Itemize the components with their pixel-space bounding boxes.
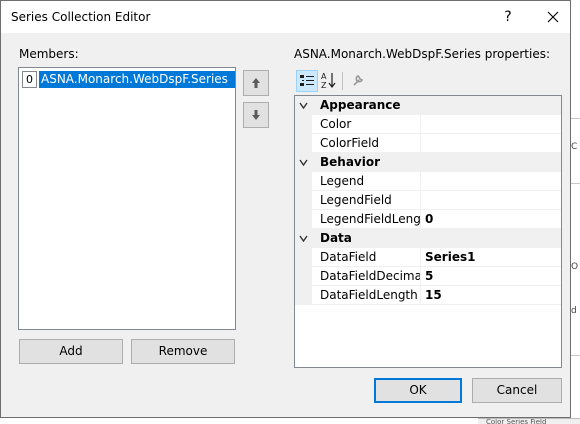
property-row-legendfield[interactable]: LegendField <box>295 191 561 210</box>
collapse-icon[interactable] <box>299 159 308 166</box>
close-icon <box>547 11 559 23</box>
background-window <box>570 0 580 424</box>
property-value[interactable]: 0 <box>421 210 561 229</box>
background-text: d <box>571 306 577 316</box>
property-row-color[interactable]: Color <box>295 115 561 134</box>
add-button[interactable]: Add <box>19 339 123 364</box>
background-divider <box>570 118 580 119</box>
arrow-up-icon <box>252 78 260 88</box>
property-value[interactable]: Series1 <box>421 248 561 267</box>
collapse-icon[interactable] <box>299 102 308 109</box>
member-index: 0 <box>22 71 37 88</box>
move-down-button[interactable] <box>243 102 269 128</box>
category-appearance[interactable]: Appearance <box>295 96 561 115</box>
property-name: Color <box>312 115 421 134</box>
category-label: Data <box>320 231 352 245</box>
category-label: Appearance <box>320 98 401 112</box>
categorized-button[interactable] <box>296 70 318 92</box>
cancel-button[interactable]: Cancel <box>472 378 562 403</box>
collapse-icon[interactable] <box>299 235 308 242</box>
grid-margin <box>295 267 312 286</box>
property-row-datafield[interactable]: DataField Series1 <box>295 248 561 267</box>
move-up-button[interactable] <box>243 70 269 96</box>
member-name: ASNA.Monarch.WebDspF.Series <box>39 71 235 88</box>
grid-margin <box>295 248 312 267</box>
close-button[interactable] <box>536 5 570 29</box>
wrench-icon <box>353 75 364 86</box>
grid-margin <box>295 210 312 229</box>
properties-label: ASNA.Monarch.WebDspF.Series properties: <box>294 47 551 61</box>
property-value[interactable] <box>421 134 561 153</box>
property-row-datafieldlength[interactable]: DataFieldLength 15 <box>295 286 561 305</box>
property-name: DataField <box>312 248 421 267</box>
list-item[interactable]: 0 ASNA.Monarch.WebDspF.Series <box>22 71 235 88</box>
property-row-legend[interactable]: Legend <box>295 172 561 191</box>
property-row-legendfieldlength[interactable]: LegendFieldLength 0 <box>295 210 561 229</box>
grid-margin <box>295 191 312 210</box>
remove-button[interactable]: Remove <box>131 339 235 364</box>
background-divider <box>570 183 580 184</box>
sort-alphabetical-icon: A Z <box>321 72 336 90</box>
series-collection-editor-dialog: Series Collection Editor ? Members: 0 AS… <box>0 0 571 418</box>
property-value[interactable] <box>421 172 561 191</box>
toolbar-separator <box>342 72 343 90</box>
property-value[interactable] <box>421 191 561 210</box>
category-data[interactable]: Data <box>295 229 561 248</box>
category-label: Behavior <box>320 155 381 169</box>
property-name: DataFieldLength <box>312 286 421 305</box>
property-value[interactable]: 5 <box>421 267 561 286</box>
property-row-colorfield[interactable]: ColorField <box>295 134 561 153</box>
background-status-text: Color Series Field <box>478 418 580 424</box>
window-title: Series Collection Editor <box>11 10 151 24</box>
property-row-datafielddecimals[interactable]: DataFieldDecimals 5 <box>295 267 561 286</box>
category-behavior[interactable]: Behavior <box>295 153 561 172</box>
help-button[interactable]: ? <box>491 5 525 29</box>
title-bar: Series Collection Editor ? <box>1 1 570 33</box>
property-grid[interactable]: Appearance Color ColorField Behavior Leg… <box>294 95 562 368</box>
property-name: LegendFieldLength <box>312 210 421 229</box>
svg-text:Z: Z <box>321 81 327 90</box>
alphabetical-button[interactable]: A Z <box>319 70 341 92</box>
property-value[interactable]: 15 <box>421 286 561 305</box>
property-name: LegendField <box>312 191 421 210</box>
arrow-down-icon <box>252 110 260 120</box>
grid-margin <box>295 134 312 153</box>
property-name: DataFieldDecimals <box>312 267 421 286</box>
ok-button[interactable]: OK <box>374 378 462 403</box>
property-name: ColorField <box>312 134 421 153</box>
property-name: Legend <box>312 172 421 191</box>
background-text: C <box>571 142 578 152</box>
categorized-icon <box>300 75 314 86</box>
svg-text:A: A <box>321 72 327 81</box>
property-grid-toolbar: A Z <box>294 69 562 93</box>
property-value[interactable] <box>421 115 561 134</box>
property-pages-button <box>348 70 370 92</box>
members-label: Members: <box>19 47 79 61</box>
grid-margin <box>295 115 312 134</box>
grid-margin <box>295 286 312 305</box>
background-text: O <box>571 262 579 272</box>
members-list[interactable]: 0 ASNA.Monarch.WebDspF.Series <box>18 67 236 330</box>
grid-margin <box>295 172 312 191</box>
background-divider <box>570 355 580 356</box>
help-icon: ? <box>504 9 512 25</box>
